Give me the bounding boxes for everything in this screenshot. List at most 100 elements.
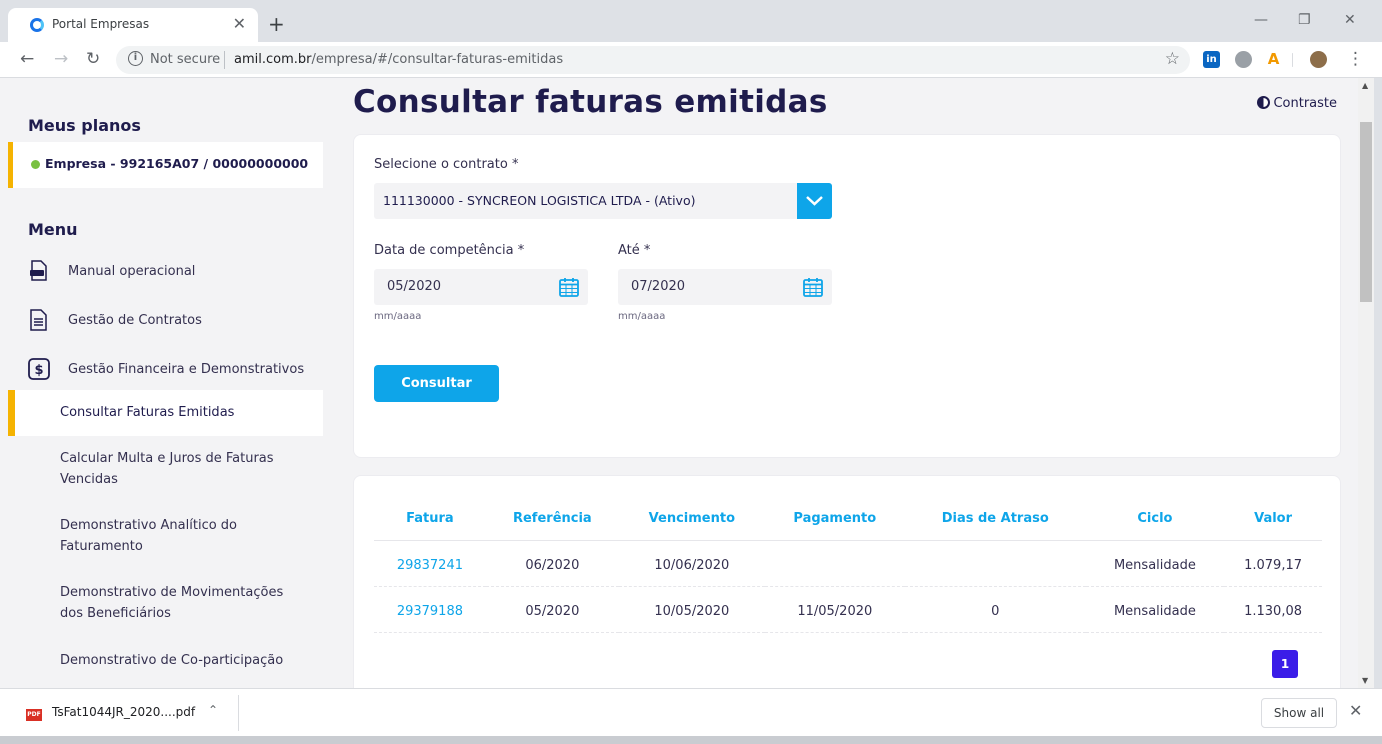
table-cell: Mensalidade bbox=[1085, 540, 1225, 587]
main-content: Consultar faturas emitidas Contraste Sel… bbox=[353, 78, 1343, 688]
consultar-button[interactable]: Consultar bbox=[374, 365, 499, 402]
show-all-button[interactable]: Show all bbox=[1261, 698, 1337, 728]
download-divider bbox=[238, 695, 239, 731]
profile-avatar[interactable] bbox=[1310, 51, 1327, 68]
sidebar-item-label: Gestão de Contratos bbox=[68, 313, 202, 328]
taskbar-strip bbox=[0, 736, 1382, 744]
close-icon[interactable]: ✕ bbox=[1349, 701, 1362, 720]
date-to-hint: mm/aaaa bbox=[618, 311, 666, 322]
column-header-dias-atraso[interactable]: Dias de Atraso bbox=[904, 498, 1086, 541]
plan-selector[interactable]: Empresa - 992165A07 / 00000000000 bbox=[8, 142, 323, 188]
date-from-value: 05/2020 bbox=[387, 279, 442, 294]
svg-text:$: $ bbox=[34, 363, 43, 378]
scroll-down-icon[interactable]: ▼ bbox=[1362, 676, 1368, 685]
sidebar-subitem-co-participacao[interactable]: Demonstrativo de Co-participação bbox=[8, 646, 323, 684]
address-bar[interactable]: i Not secure amil.com.br/empresa/#/consu… bbox=[116, 46, 1190, 74]
sidebar-item-gestao-contratos[interactable]: Gestão de Contratos bbox=[28, 303, 323, 343]
contrast-toggle[interactable]: Contraste bbox=[1257, 96, 1337, 111]
info-icon[interactable]: i bbox=[128, 51, 143, 66]
date-to-field[interactable]: 07/2020 bbox=[618, 269, 832, 305]
downloads-bar: PDF TsFat1044JR_2020....pdf ⌃ Show all ✕ bbox=[0, 688, 1382, 736]
contract-select[interactable]: 111130000 - SYNCREON LOGISTICA LTDA - (A… bbox=[374, 183, 832, 219]
table-cell bbox=[904, 540, 1086, 587]
pdf-file-icon: PDF bbox=[26, 709, 42, 721]
menu-heading: Menu bbox=[28, 220, 78, 239]
column-header-ciclo[interactable]: Ciclo bbox=[1085, 498, 1225, 541]
invoices-table: Fatura Referência Vencimento Pagamento D… bbox=[374, 498, 1322, 633]
scroll-up-icon[interactable]: ▲ bbox=[1362, 81, 1368, 90]
table-cell: 10/05/2020 bbox=[618, 586, 765, 633]
document-icon bbox=[30, 309, 47, 331]
sidebar-item-gestao-financeira[interactable]: $ Gestão Financeira e Demonstrativos bbox=[28, 352, 323, 392]
column-header-referencia[interactable]: Referência bbox=[485, 498, 619, 541]
date-to-value: 07/2020 bbox=[631, 279, 686, 294]
contract-value: 111130000 - SYNCREON LOGISTICA LTDA - (A… bbox=[383, 193, 696, 208]
reload-button[interactable]: ↻ bbox=[86, 49, 100, 69]
table-cell: 10/06/2020 bbox=[618, 540, 765, 587]
contrast-icon bbox=[1257, 96, 1271, 109]
table-cell bbox=[764, 540, 905, 587]
table-cell: 1.130,08 bbox=[1224, 586, 1322, 633]
plan-status-dot bbox=[31, 160, 40, 169]
new-tab-button[interactable]: + bbox=[268, 12, 285, 36]
sidebar-subitem-label: Calcular Multa e Juros de Faturas Vencid… bbox=[60, 451, 274, 487]
column-header-fatura[interactable]: Fatura bbox=[374, 498, 486, 541]
sidebar-item-label: Gestão Financeira e Demonstrativos bbox=[68, 362, 305, 377]
forward-button[interactable]: → bbox=[54, 49, 68, 69]
scrollbar-thumb[interactable] bbox=[1360, 122, 1372, 302]
page-scrollbar[interactable]: ▲ ▼ bbox=[1358, 78, 1374, 688]
sidebar-subitem-calcular-multa[interactable]: Calcular Multa e Juros de Faturas Vencid… bbox=[8, 444, 323, 502]
sidebar-subitem-demonstrativo-movimentacoes[interactable]: Demonstrativo de Movimentações dos Benef… bbox=[8, 578, 323, 636]
column-header-vencimento[interactable]: Vencimento bbox=[618, 498, 765, 541]
page-title: Consultar faturas emitidas bbox=[353, 84, 828, 120]
download-item[interactable]: PDF TsFat1044JR_2020....pdf bbox=[26, 705, 195, 721]
calendar-icon[interactable] bbox=[558, 276, 580, 298]
page-viewport: Meus planos Empresa - 992165A07 / 000000… bbox=[0, 78, 1358, 688]
chevron-up-icon[interactable]: ⌃ bbox=[208, 703, 218, 717]
download-file-name: TsFat1044JR_2020....pdf bbox=[52, 705, 196, 719]
sidebar: Meus planos Empresa - 992165A07 / 000000… bbox=[8, 78, 323, 688]
calendar-icon[interactable] bbox=[802, 276, 824, 298]
dollar-icon: $ bbox=[28, 358, 50, 380]
tab-close-icon[interactable]: ✕ bbox=[233, 14, 246, 33]
table-cell: 1.079,17 bbox=[1224, 540, 1322, 587]
url-host: amil.com.br bbox=[234, 52, 312, 67]
window-maximize-button[interactable]: ❐ bbox=[1298, 12, 1311, 28]
sidebar-item-label: Manual operacional bbox=[68, 264, 196, 279]
sidebar-item-manual-operacional[interactable]: Manual operacional bbox=[28, 254, 323, 294]
linkedin-extension-icon[interactable]: in bbox=[1203, 51, 1220, 68]
column-header-valor[interactable]: Valor bbox=[1224, 498, 1322, 541]
window-minimize-button[interactable]: — bbox=[1254, 12, 1268, 28]
date-from-field[interactable]: 05/2020 bbox=[374, 269, 588, 305]
extension-globe-icon[interactable] bbox=[1235, 51, 1252, 68]
invoice-link[interactable]: 29379188 bbox=[374, 586, 486, 633]
pagination-page-button[interactable]: 1 bbox=[1272, 650, 1298, 678]
sidebar-subitem-consultar-faturas[interactable]: Consultar Faturas Emitidas bbox=[8, 390, 323, 436]
table-row: 29837241 06/2020 10/06/2020 Mensalidade … bbox=[374, 540, 1322, 587]
bookmark-star-icon[interactable]: ☆ bbox=[1165, 49, 1180, 69]
address-divider bbox=[224, 51, 225, 69]
date-from-label: Data de competência * bbox=[374, 243, 525, 258]
window-close-button[interactable]: ✕ bbox=[1344, 12, 1356, 28]
browser-toolbar: ← → ↻ i Not secure amil.com.br/empresa/#… bbox=[0, 42, 1382, 78]
contract-label: Selecione o contrato * bbox=[374, 157, 519, 172]
results-card: Fatura Referência Vencimento Pagamento D… bbox=[353, 475, 1341, 688]
url-path: /empresa/#/consultar-faturas-emitidas bbox=[311, 52, 564, 67]
back-button[interactable]: ← bbox=[20, 49, 34, 69]
invoice-link[interactable]: 29837241 bbox=[374, 540, 486, 587]
sidebar-subitem-label: Demonstrativo Analítico do Faturamento bbox=[60, 518, 238, 554]
table-header-row: Fatura Referência Vencimento Pagamento D… bbox=[374, 498, 1322, 541]
date-from-hint: mm/aaaa bbox=[374, 311, 422, 322]
browser-menu-icon[interactable]: ⋮ bbox=[1347, 49, 1364, 69]
table-cell: 0 bbox=[904, 586, 1086, 633]
chevron-down-icon[interactable] bbox=[797, 183, 832, 219]
table-row: 29379188 05/2020 10/05/2020 11/05/2020 0… bbox=[374, 586, 1322, 633]
browser-tab[interactable]: Portal Empresas ✕ bbox=[8, 8, 258, 42]
portal-favicon-icon bbox=[30, 18, 44, 32]
url-text[interactable]: amil.com.br/empresa/#/consultar-faturas-… bbox=[234, 52, 563, 67]
acrobat-extension-icon[interactable]: A bbox=[1265, 51, 1282, 68]
sidebar-subitem-demonstrativo-analitico[interactable]: Demonstrativo Analítico do Faturamento bbox=[8, 510, 323, 568]
plan-label: Empresa - 992165A07 / 00000000000 bbox=[45, 156, 309, 171]
column-header-pagamento[interactable]: Pagamento bbox=[764, 498, 905, 541]
date-to-label: Até * bbox=[618, 243, 651, 258]
